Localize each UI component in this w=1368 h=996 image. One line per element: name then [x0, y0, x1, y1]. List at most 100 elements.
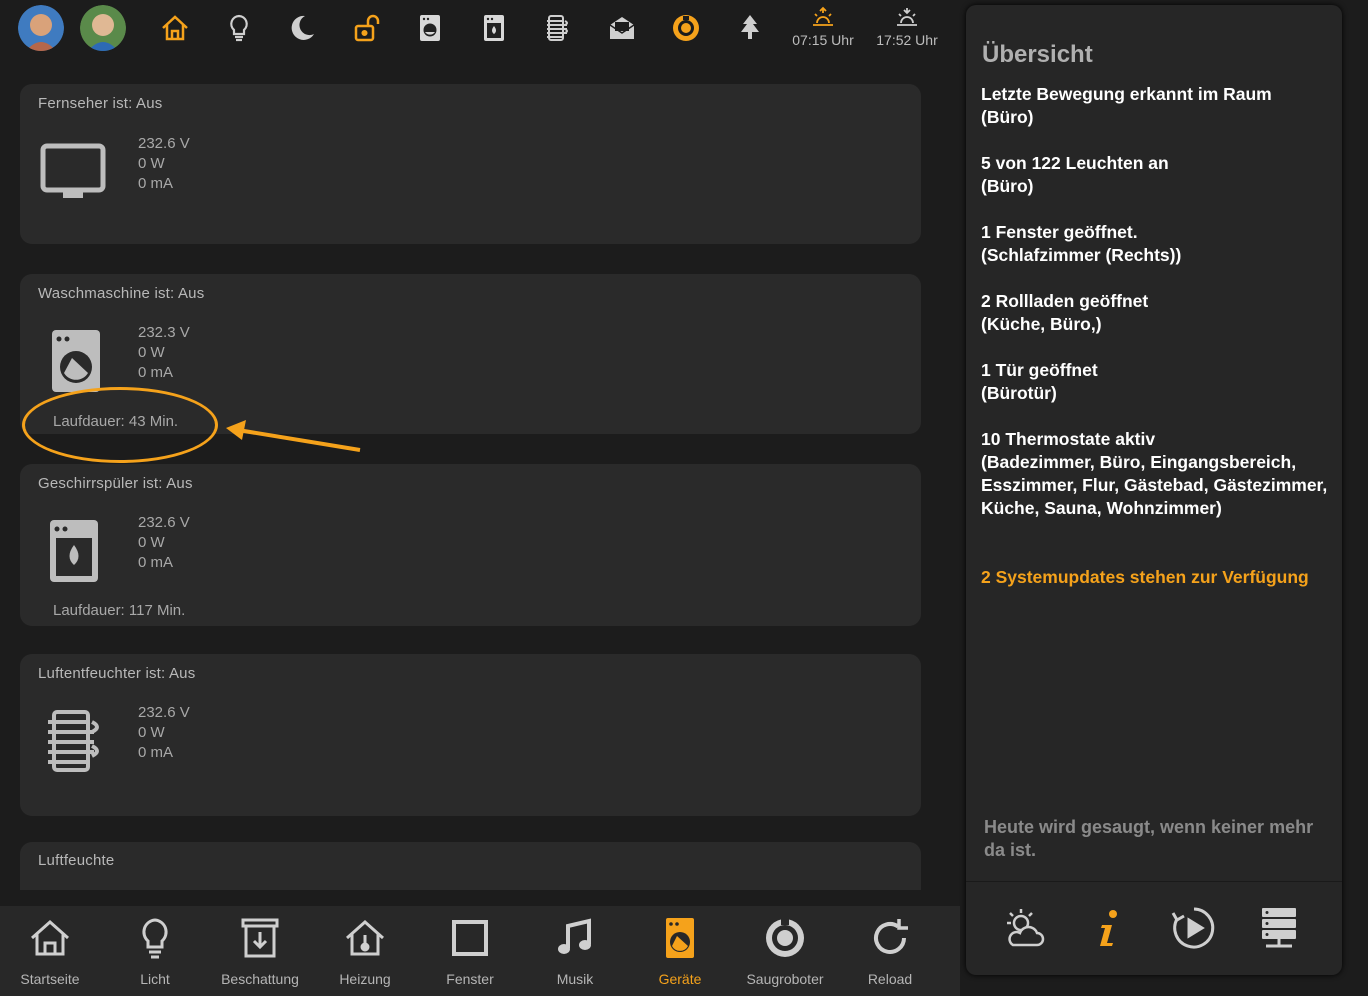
- overview-system-updates[interactable]: 2 Systemupdates stehen zur Verfügung: [981, 566, 1331, 589]
- nav-startseite[interactable]: Startseite: [0, 906, 102, 996]
- annotation-ellipse: [22, 387, 218, 463]
- nav-beschattung-label: Beschattung: [221, 971, 299, 987]
- nav-heizung[interactable]: Heizung: [313, 906, 417, 996]
- washer-power: 0 W: [138, 344, 165, 361]
- overview-thermostats-text: 10 Thermostate aktiv: [981, 429, 1156, 449]
- robot-vacuum-icon: [766, 919, 804, 957]
- lightbulb-icon: [142, 918, 168, 959]
- washer-current: 0 mA: [138, 364, 174, 381]
- overview-panel: Übersicht Letzte Bewegung erkannt im Rau…: [966, 5, 1342, 975]
- window-icon: [452, 920, 488, 956]
- reload-icon: [874, 919, 908, 954]
- washer-measurements: 232.3 V 0 W 0 mA: [138, 323, 190, 383]
- nav-licht[interactable]: Licht: [103, 906, 207, 996]
- panel-bottom-bar: [966, 881, 1342, 975]
- tv-current: 0 mA: [138, 175, 174, 192]
- sunset-icon: [897, 8, 917, 26]
- tv-voltage: 232.6 V: [138, 135, 190, 152]
- dehumidifier-measurements: 232.6 V 0 W 0 mA: [138, 703, 190, 763]
- dishwasher-power-chart: [240, 464, 921, 626]
- dishwasher-voltage: 232.6 V: [138, 514, 190, 531]
- nav-musik-label: Musik: [556, 971, 594, 987]
- overview-motion-text: Letzte Bewegung erkannt im Raum: [981, 84, 1272, 104]
- nav-beschattung[interactable]: Beschattung: [208, 906, 312, 996]
- tv-measurements: 232.6 V 0 W 0 mA: [138, 134, 190, 194]
- user-avatar-2[interactable]: [80, 5, 126, 51]
- sunrise: 07:15 Uhr: [783, 6, 863, 48]
- annotation-arrow: [226, 420, 361, 452]
- nav-musik[interactable]: Musik: [523, 906, 627, 996]
- dishwasher-runtime: Laufdauer: 117 Min.: [53, 602, 186, 619]
- nav-startseite-label: Startseite: [20, 971, 80, 987]
- bottom-nav: Startseite Licht Beschattung Heizung Fen…: [0, 906, 960, 996]
- server-icon[interactable]: [1251, 902, 1307, 954]
- robot-vacuum-icon[interactable]: [666, 8, 706, 48]
- overview-motion-room: (Büro): [981, 107, 1034, 127]
- overview-thermostats-rooms: (Badezimmer, Büro, Eingangsbereich, Essz…: [981, 452, 1328, 518]
- tv-power: 0 W: [138, 155, 165, 172]
- sunset-time: 17:52 Uhr: [876, 32, 938, 48]
- dehumidifier-power: 0 W: [138, 724, 165, 741]
- top-bar: 07:15 Uhr 17:52 Uhr: [0, 0, 960, 58]
- overview-shutters: 2 Rollladen geöffnet (Küche, Büro,): [981, 290, 1331, 336]
- info-icon[interactable]: [1081, 902, 1137, 954]
- nav-geraete-label: Geräte: [658, 971, 702, 987]
- dishwasher-current: 0 mA: [138, 554, 174, 571]
- overview-motion: Letzte Bewegung erkannt im Raum (Büro): [981, 83, 1331, 129]
- nav-fenster[interactable]: Fenster: [418, 906, 522, 996]
- home-icon: [31, 919, 69, 956]
- dehumidifier-device-icon: [48, 710, 99, 772]
- tv-power-chart: [240, 84, 921, 244]
- dishwasher-device-icon: [50, 520, 98, 582]
- mail-icon[interactable]: [602, 8, 642, 48]
- dehumidifier-card: Luftentfeuchter ist: Aus 232.6 V 0 W 0 m…: [20, 654, 921, 816]
- washer-power-chart: [240, 274, 921, 434]
- dishwasher-icon[interactable]: [474, 8, 514, 48]
- washer-voltage: 232.3 V: [138, 324, 190, 341]
- vacuum-note: Heute wird gesaugt, wenn keiner mehr da …: [984, 817, 1314, 860]
- washer-icon[interactable]: [410, 8, 450, 48]
- dehumidifier-icon[interactable]: [538, 8, 578, 48]
- dishwasher-power: 0 W: [138, 534, 165, 551]
- overview-windows: 1 Fenster geöffnet. (Schlafzimmer (Rechts…: [981, 221, 1331, 267]
- humidity-chart: [240, 842, 921, 890]
- overview-lights-text: 5 von 122 Leuchten an: [981, 153, 1169, 173]
- tree-icon[interactable]: [730, 8, 770, 48]
- overview-thermostats: 10 Thermostate aktiv (Badezimmer, Büro, E…: [981, 428, 1331, 520]
- nav-reload-label: Reload: [867, 971, 913, 987]
- weather-icon[interactable]: [996, 902, 1052, 954]
- tv-icon: [40, 143, 106, 198]
- moon-icon[interactable]: [282, 8, 322, 48]
- nav-heizung-label: Heizung: [339, 971, 391, 987]
- tv-card: Fernseher ist: Aus 232.6 V 0 W 0 mA: [20, 84, 921, 244]
- heating-icon: [346, 919, 384, 956]
- dishwasher-card-title: Geschirrspüler ist: Aus: [38, 475, 193, 492]
- humidity-card: Luftfeuchte: [20, 842, 921, 890]
- play-icon[interactable]: [1166, 902, 1222, 954]
- washer-icon: [666, 918, 694, 958]
- overview-doors-room: (Bürotür): [981, 383, 1057, 403]
- dishwasher-measurements: 232.6 V 0 W 0 mA: [138, 513, 190, 573]
- nav-reload[interactable]: Reload: [838, 906, 942, 996]
- home-icon[interactable]: [155, 8, 195, 48]
- sunrise-time: 07:15 Uhr: [792, 32, 854, 48]
- unlock-icon[interactable]: [346, 8, 386, 48]
- dehumidifier-power-chart: [240, 654, 921, 816]
- overview-windows-text: 1 Fenster geöffnet.: [981, 222, 1138, 242]
- dehumidifier-voltage: 232.6 V: [138, 704, 190, 721]
- overview-windows-room: (Schlafzimmer (Rechts)): [981, 245, 1182, 265]
- music-icon: [558, 918, 591, 954]
- shutter-icon: [241, 918, 279, 958]
- dehumidifier-current: 0 mA: [138, 744, 174, 761]
- user-avatar-1[interactable]: [18, 5, 64, 51]
- washer-card-title: Waschmaschine ist: Aus: [38, 285, 205, 302]
- sunset: 17:52 Uhr: [867, 6, 947, 48]
- overview-lights: 5 von 122 Leuchten an (Büro): [981, 152, 1331, 198]
- lightbulb-icon[interactable]: [219, 8, 259, 48]
- nav-fenster-label: Fenster: [446, 971, 494, 987]
- nav-licht-label: Licht: [140, 971, 170, 987]
- overview-doors: 1 Tür geöffnet (Bürotür): [981, 359, 1331, 405]
- nav-saugroboter[interactable]: Saugroboter: [733, 906, 837, 996]
- overview-lights-room: (Büro): [981, 176, 1034, 196]
- nav-geraete[interactable]: Geräte: [628, 906, 732, 996]
